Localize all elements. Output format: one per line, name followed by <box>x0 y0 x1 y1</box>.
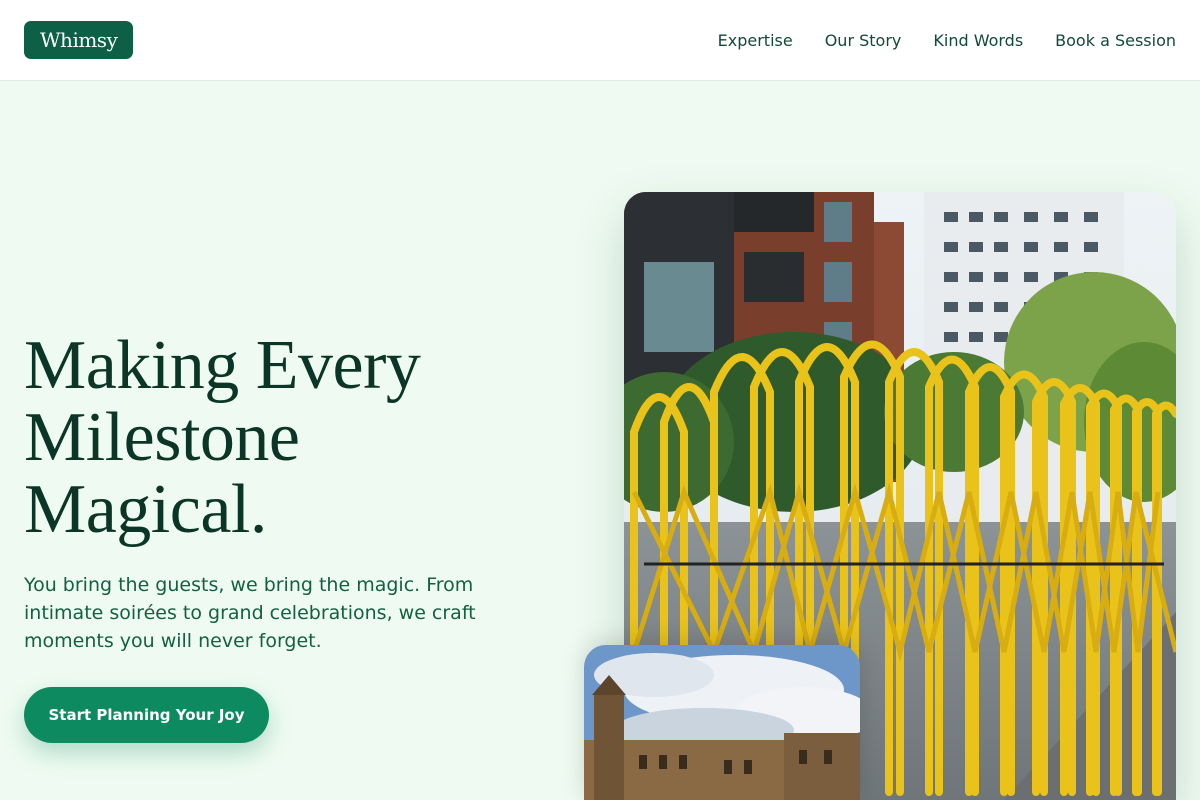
hero-title-line-3: Magical. <box>24 471 267 548</box>
site-header: Whimsy Expertise Our Story Kind Words Bo… <box>0 0 1200 81</box>
building-illustration <box>584 645 860 800</box>
main-nav: Expertise Our Story Kind Words Book a Se… <box>718 31 1176 50</box>
start-planning-button[interactable]: Start Planning Your Joy <box>24 687 269 743</box>
hero-title-line-2: Milestone <box>24 399 300 476</box>
nav-link-kind-words[interactable]: Kind Words <box>933 31 1023 50</box>
hero-title-line-1: Making Every <box>24 327 421 404</box>
hero-subtitle: You bring the guests, we bring the magic… <box>24 574 476 652</box>
hero-image-building <box>584 645 860 800</box>
hero-title: Making Every Milestone Magical. <box>24 330 544 546</box>
nav-link-expertise[interactable]: Expertise <box>718 31 793 50</box>
logo[interactable]: Whimsy <box>24 21 134 59</box>
nav-link-book-session[interactable]: Book a Session <box>1055 31 1176 50</box>
nav-link-our-story[interactable]: Our Story <box>825 31 902 50</box>
